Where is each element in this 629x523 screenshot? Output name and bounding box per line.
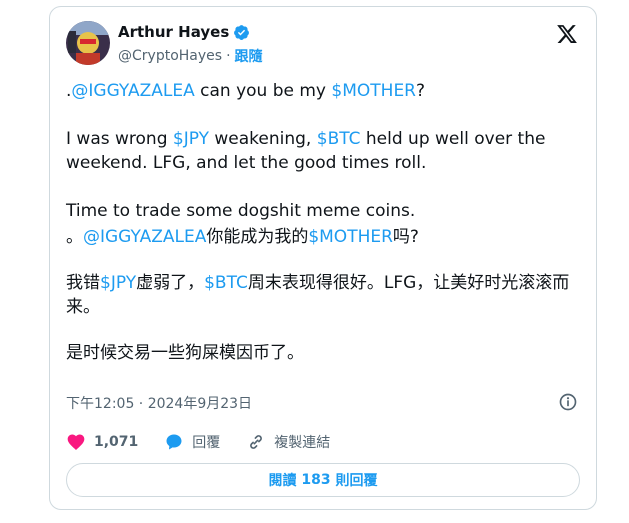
text-segment: 我错 [66, 273, 100, 293]
reply-label: 回覆 [192, 435, 221, 451]
link-icon [250, 435, 263, 449]
tweet-line-5: 我错$JPY虚弱了，$BTC周末表现得很好。LFG，让美好时光滚滚而来。 [66, 271, 586, 319]
cashtag-link[interactable]: $JPY [100, 273, 136, 293]
read-replies-suffix: 則回覆 [335, 473, 378, 489]
info-icon[interactable] [558, 392, 578, 412]
text-segment: 虚弱了， [136, 273, 205, 293]
like-count: 1,071 [94, 434, 139, 450]
cashtag-link[interactable]: $MOTHER [331, 81, 416, 101]
text-segment: weakening, [208, 129, 317, 149]
heart-icon [67, 434, 85, 450]
x-logo-icon[interactable] [556, 23, 578, 45]
read-replies-button[interactable]: 閱讀 183 則回覆 [66, 463, 580, 497]
author-handle-row: @CryptoHayes · 跟隨 [118, 46, 263, 66]
author-name[interactable]: Arthur Hayes [118, 23, 229, 41]
cashtag-link[interactable]: $JPY [173, 129, 209, 149]
like-button[interactable]: 1,071 [66, 432, 138, 452]
author-name-row: Arthur Hayes [118, 23, 250, 41]
tweet-line-1: .@IGGYAZALEA can you be my $MOTHER? [66, 79, 586, 103]
text-segment: 吗? [392, 227, 419, 247]
copy-link-label: 複製連結 [274, 435, 331, 451]
tweet-line-4: 。@IGGYAZALEA你能成为我的$MOTHER吗? [66, 225, 586, 249]
avatar[interactable] [66, 21, 110, 65]
text-segment: 你能成为我的 [206, 227, 309, 247]
tweet-line-2: I was wrong $JPY weakening, $BTC held up… [66, 127, 586, 175]
read-replies-prefix: 閱讀 [268, 473, 297, 489]
cashtag-link[interactable]: $MOTHER [308, 227, 393, 247]
text-segment: can you be my [194, 81, 332, 101]
tweet-line-6: 是时候交易一些狗屎模因币了。 [66, 343, 304, 363]
cashtag-link[interactable]: $BTC [317, 129, 361, 149]
mention-link[interactable]: @IGGYAZALEA [83, 227, 206, 247]
tweet-timestamp[interactable]: 下午12:05 · 2024年9月23日 [66, 393, 252, 413]
copy-link-button[interactable]: 複製連結 [246, 432, 330, 452]
text-segment: 。 [66, 227, 83, 247]
verified-badge-icon [234, 24, 250, 40]
tweet-card: Arthur Hayes @CryptoHayes · 跟隨 .@IGGYAZA… [49, 6, 597, 510]
mention-link[interactable]: @IGGYAZALEA [71, 81, 194, 101]
reply-button[interactable]: 回覆 [164, 432, 220, 452]
text-segment: I was wrong [66, 129, 173, 149]
tweet-text: .@IGGYAZALEA can you be my $MOTHER? I wa… [66, 79, 586, 365]
reply-bubble-icon [166, 434, 182, 450]
author-handle[interactable]: @CryptoHayes [118, 48, 222, 64]
tweet-actions: 1,071 回覆 複製連結 [66, 432, 356, 452]
cashtag-link[interactable]: $BTC [204, 273, 248, 293]
tweet-line-3: Time to trade some dogshit meme coins. [66, 201, 416, 221]
text-segment: ? [416, 81, 426, 101]
separator-dot: · [226, 48, 231, 64]
read-replies-count: 183 [301, 472, 331, 488]
follow-button[interactable]: 跟隨 [235, 46, 263, 66]
